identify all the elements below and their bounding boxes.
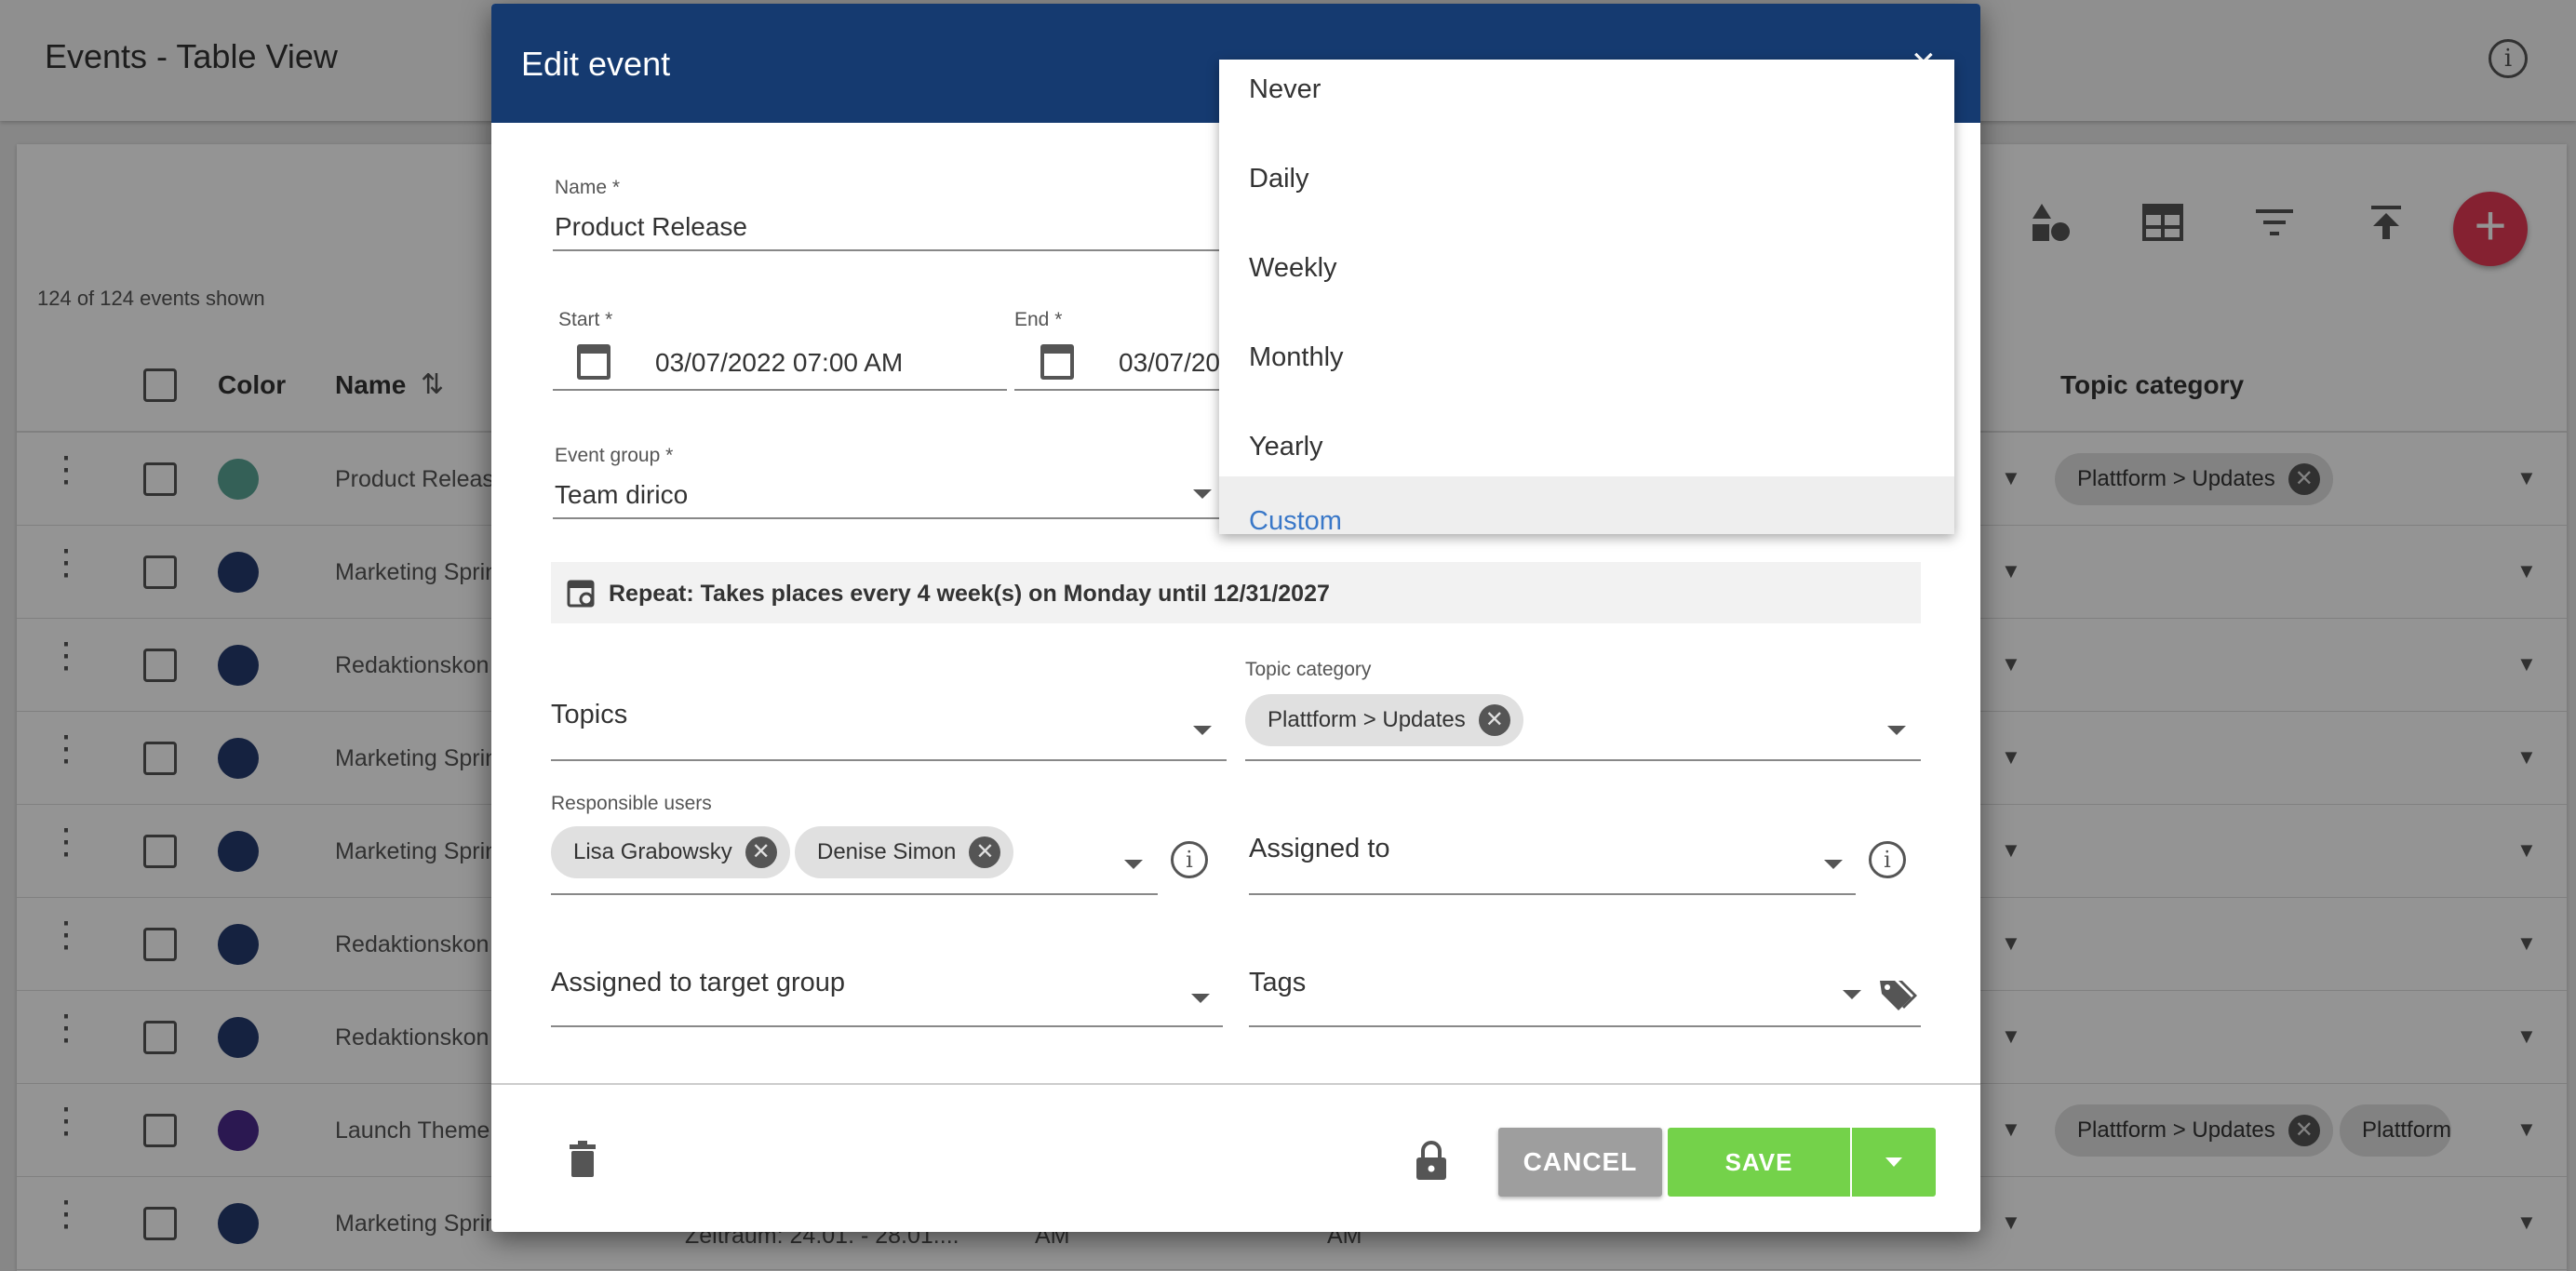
name-input[interactable]: Product Release	[555, 212, 747, 242]
tags-icon	[1878, 977, 1919, 1019]
remove-chip-icon[interactable]: ✕	[1478, 704, 1510, 736]
dialog-title: Edit event	[521, 45, 671, 83]
chip-label: Lisa Grabowsky	[573, 839, 732, 864]
name-label: Name *	[555, 177, 621, 198]
chevron-down-icon	[1885, 1157, 1902, 1167]
start-label: Start *	[558, 309, 613, 330]
repeat-summary-text: Repeat: Takes places every 4 week(s) on …	[609, 581, 1330, 607]
start-underline	[553, 389, 1007, 391]
chip-label: Denise Simon	[817, 839, 957, 864]
save-button[interactable]: SAVE	[1668, 1128, 1850, 1197]
responsible-users-underline	[551, 893, 1158, 895]
topic-category-label: Topic category	[1245, 659, 1372, 680]
dialog-footer-divider	[491, 1083, 1980, 1085]
repeat-options-menu: Never Daily Weekly Monthly Yearly Custom	[1219, 60, 1954, 534]
repeat-option-weekly[interactable]: Weekly	[1219, 223, 1954, 313]
end-label: End *	[1014, 309, 1063, 330]
responsible-user-chip: Denise Simon ✕	[795, 826, 1014, 878]
remove-chip-icon[interactable]: ✕	[745, 836, 777, 868]
end-underline	[1014, 389, 1228, 391]
start-date-input[interactable]: 03/07/2022 07:00 AM	[655, 348, 903, 378]
assigned-target-group-select[interactable]: Assigned to target group	[551, 968, 845, 998]
assigned-to-underline	[1249, 893, 1856, 895]
info-icon[interactable]: i	[1171, 841, 1208, 878]
responsible-user-chip: Lisa Grabowsky ✕	[551, 826, 790, 878]
repeat-option-monthly[interactable]: Monthly	[1219, 313, 1954, 402]
save-options-button[interactable]	[1852, 1128, 1936, 1197]
event-group-label: Event group *	[555, 445, 674, 466]
responsible-users-label: Responsible users	[551, 793, 712, 814]
cancel-button[interactable]: CANCEL	[1498, 1128, 1662, 1197]
chevron-down-icon[interactable]	[1843, 990, 1861, 999]
topics-underline	[551, 759, 1227, 761]
lock-icon[interactable]	[1415, 1139, 1448, 1186]
topic-category-underline	[1245, 759, 1921, 761]
topic-category-chip: Plattform > Updates ✕	[1245, 694, 1523, 746]
chevron-down-icon[interactable]	[1887, 726, 1906, 735]
chevron-down-icon[interactable]	[1824, 860, 1843, 869]
calendar-icon[interactable]	[577, 344, 610, 380]
chevron-down-icon[interactable]	[1193, 726, 1212, 735]
chevron-down-icon[interactable]	[1124, 860, 1143, 869]
topics-select[interactable]: Topics	[551, 700, 627, 730]
end-date-input[interactable]: 03/07/20	[1119, 348, 1220, 378]
chevron-down-icon[interactable]	[1191, 994, 1210, 1003]
name-underline	[553, 249, 1223, 251]
tags-select[interactable]: Tags	[1249, 968, 1306, 998]
delete-icon[interactable]	[568, 1141, 597, 1183]
calendar-icon[interactable]	[1040, 344, 1074, 380]
chevron-down-icon[interactable]	[1193, 489, 1212, 499]
assigned-to-select[interactable]: Assigned to	[1249, 834, 1390, 864]
remove-chip-icon[interactable]: ✕	[969, 836, 1001, 868]
info-icon[interactable]: i	[1869, 841, 1906, 878]
chip-label: Plattform > Updates	[1268, 707, 1466, 732]
event-group-select[interactable]: Team dirico	[555, 480, 688, 510]
repeat-option-custom[interactable]: Custom	[1219, 476, 1954, 534]
repeat-option-daily[interactable]: Daily	[1219, 134, 1954, 223]
tags-underline	[1249, 1025, 1921, 1027]
calendar-repeat-icon	[566, 577, 597, 613]
repeat-option-never[interactable]: Never	[1219, 60, 1954, 134]
event-group-underline	[553, 517, 1227, 519]
assigned-target-group-underline	[551, 1025, 1223, 1027]
